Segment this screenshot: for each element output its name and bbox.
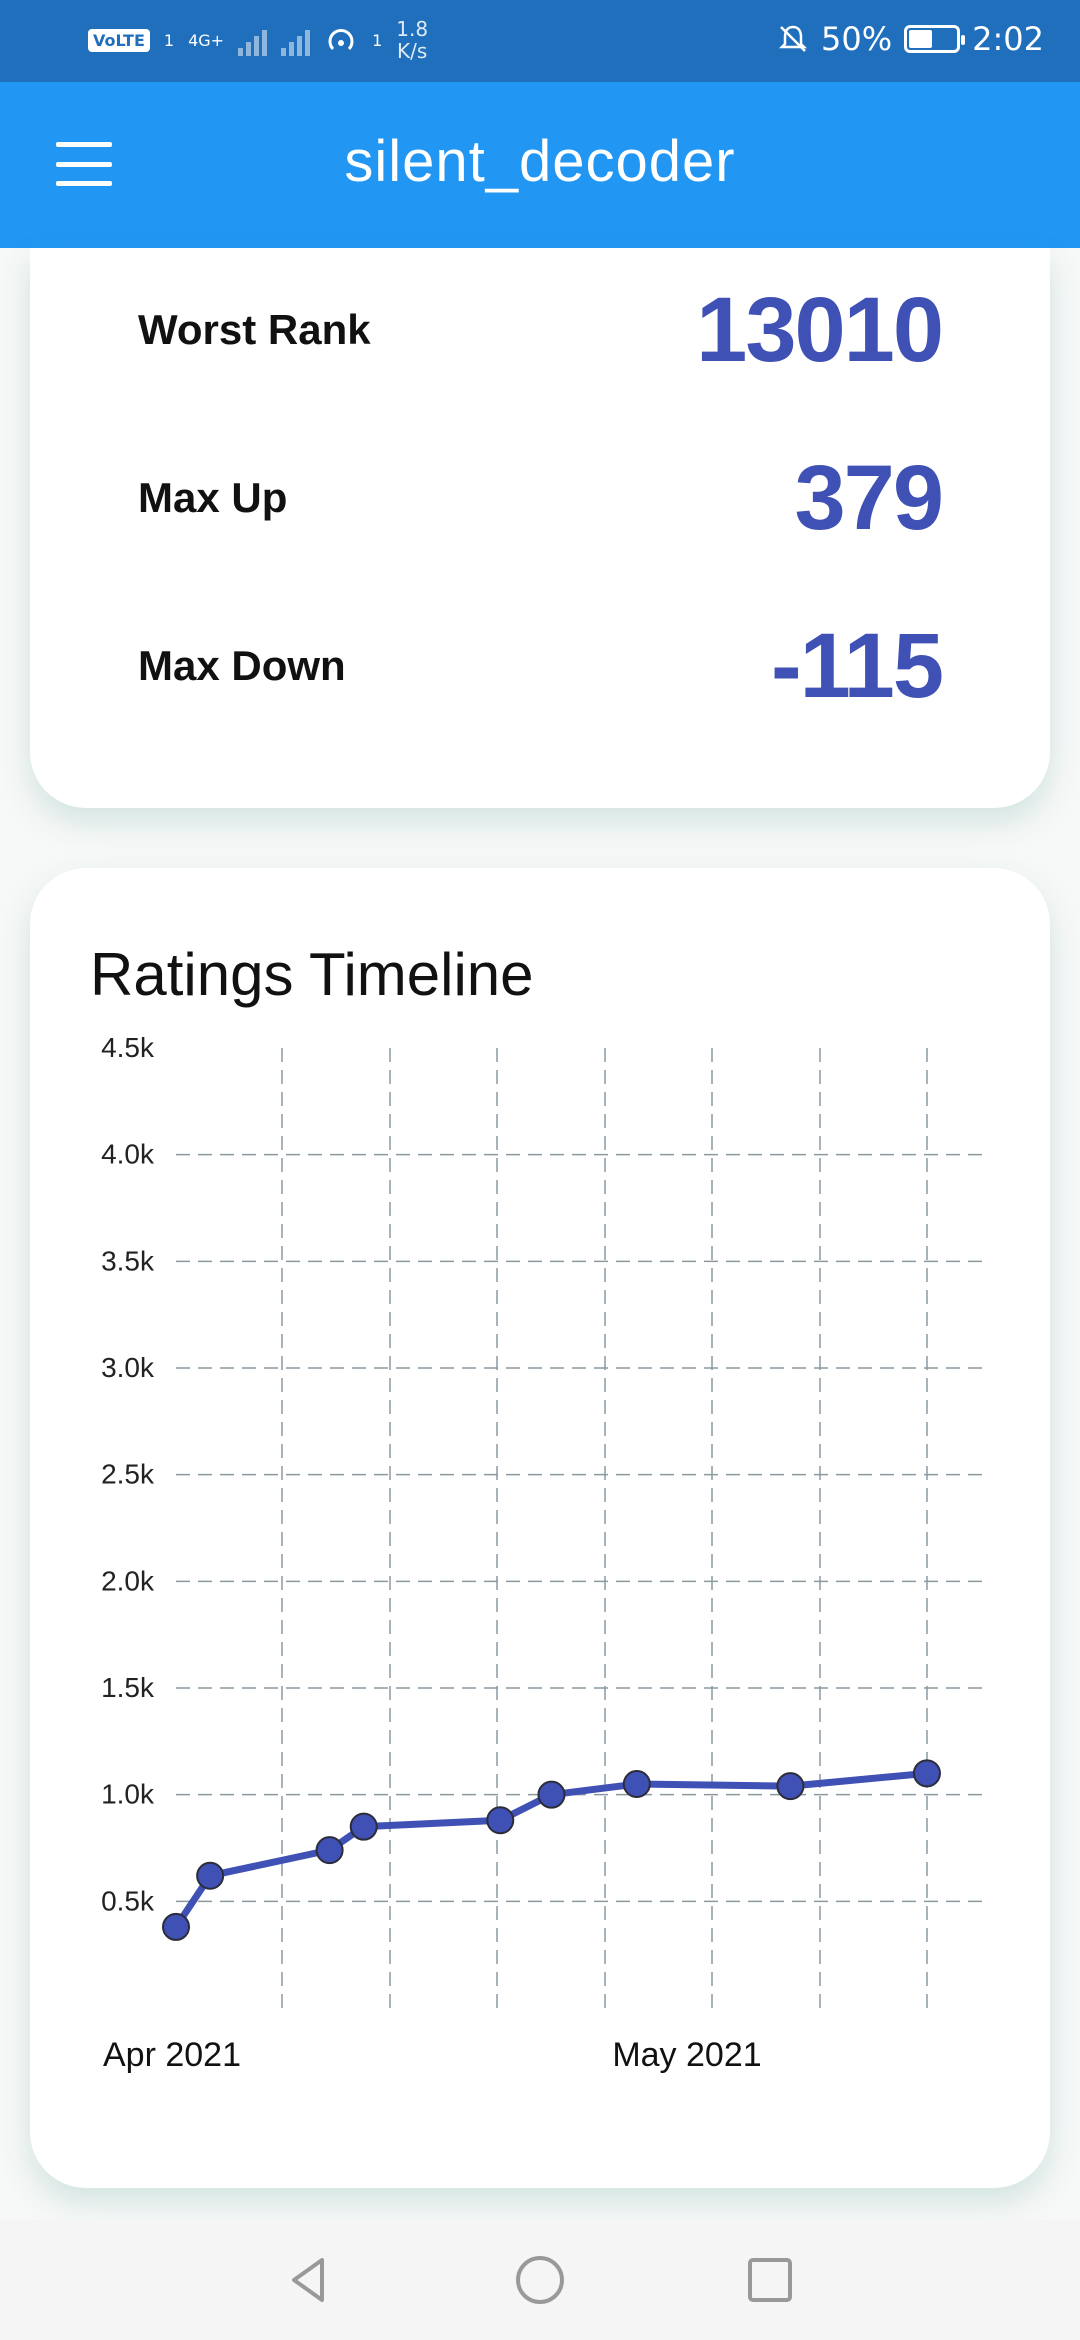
- stat-row-max-down: Max Down -115: [138, 614, 944, 717]
- signal-icon: [238, 24, 268, 56]
- app-bar: silent_decoder: [0, 82, 1080, 248]
- y-tick-label: 2.0k: [101, 1565, 155, 1596]
- data-point: [349, 1812, 378, 1841]
- bell-muted-icon: [778, 25, 808, 52]
- recents-icon[interactable]: [740, 2250, 800, 2310]
- chart-card: Ratings Timeline 0.5k 1.0k 1.5k 2.0k 2.5k 3.0…: [30, 868, 1050, 2188]
- hotspot-icon: [328, 29, 354, 51]
- y-tick-label: 4.0k: [101, 1139, 155, 1170]
- speed-value: 1.8: [396, 17, 429, 41]
- stat-row-worst-rank: Worst Rank 13010: [138, 278, 944, 381]
- stat-value: -115: [770, 614, 944, 717]
- network-type: 4G+: [188, 30, 225, 50]
- stat-label: Worst Rank: [138, 306, 371, 353]
- data-point: [537, 1780, 566, 1809]
- stat-value: 379: [794, 446, 944, 549]
- ratings-timeline-chart: 0.5k 1.0k 1.5k 2.0k 2.5k 3.0k 3.5k 4.0k 4.5k Apr …: [101, 1032, 990, 2074]
- status-bar: VoLTE 1 4G+ 1 1.8 K/s 50% 2:02: [0, 0, 1080, 82]
- data-point: [196, 1861, 225, 1890]
- stat-value: 13010: [696, 278, 944, 381]
- data-point: [486, 1806, 515, 1835]
- stats-card: Worst Rank 13010 Max Up 379 Max Down -11…: [30, 248, 1050, 808]
- status-right: 50% 2:02: [777, 20, 1044, 58]
- battery-icon: [904, 25, 966, 53]
- y-tick-label: 3.0k: [101, 1352, 155, 1383]
- speed-unit: K/s: [397, 39, 428, 63]
- battery-fill: [909, 30, 933, 48]
- home-icon[interactable]: [510, 2250, 570, 2310]
- network-speed: 1.8 K/s: [396, 18, 428, 62]
- data-point: [622, 1770, 651, 1798]
- x-tick-label: May 2021: [612, 2036, 761, 2074]
- sim-indicator: 1: [163, 30, 175, 50]
- stat-label: Max Down: [138, 642, 346, 689]
- y-tick-label: 1.0k: [101, 1779, 155, 1810]
- data-point: [162, 1912, 190, 1941]
- data-point: [315, 1836, 344, 1865]
- battery-percent: 50%: [821, 20, 893, 58]
- clock: 2:02: [972, 20, 1044, 58]
- page-title: silent_decoder: [344, 129, 736, 194]
- stat-label: Max Up: [138, 474, 288, 521]
- status-left: VoLTE 1 4G+ 1 1.8 K/s: [88, 18, 428, 62]
- hotspot-count: 1: [372, 30, 383, 50]
- volte-icon: VoLTE: [88, 28, 150, 52]
- back-icon[interactable]: [280, 2250, 340, 2310]
- data-point: [912, 1759, 941, 1788]
- y-tick-label: 0.5k: [101, 1885, 155, 1916]
- navigation-bar: [0, 2220, 1080, 2340]
- x-tick-label: Apr 2021: [103, 2036, 241, 2074]
- data-point: [776, 1772, 805, 1801]
- stat-row-max-up: Max Up 379: [138, 446, 944, 549]
- signal-icon: [281, 24, 311, 56]
- y-tick-label: 1.5k: [101, 1672, 155, 1703]
- y-tick-label: 2.5k: [101, 1459, 155, 1490]
- y-tick-label: 3.5k: [101, 1245, 155, 1276]
- y-tick-label: 4.5k: [101, 1032, 155, 1063]
